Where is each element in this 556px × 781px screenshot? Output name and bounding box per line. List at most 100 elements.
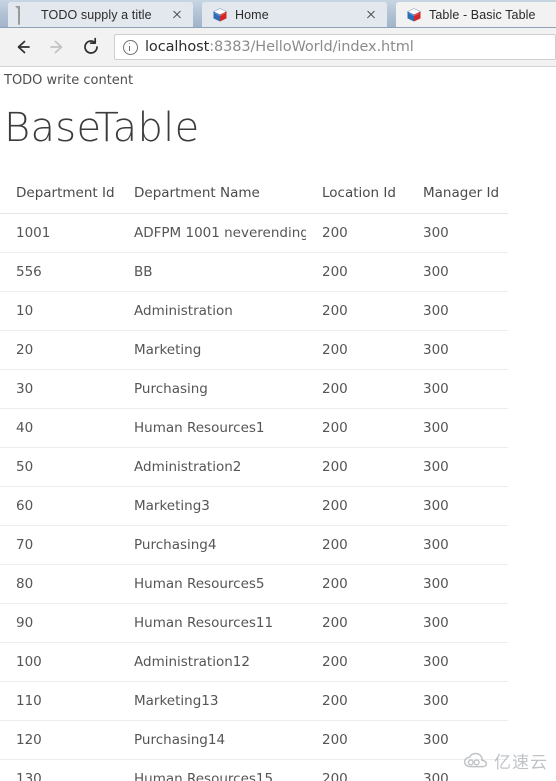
table-cell: 200 (306, 408, 407, 448)
back-button[interactable] (8, 32, 38, 62)
table-row: 120 Purchasing14 200 300 (0, 720, 508, 760)
reload-button[interactable] (76, 32, 106, 62)
tab-label: Home (235, 8, 269, 22)
table-cell: Marketing3 (118, 486, 306, 526)
browser-window: TODO supply a title Home Table - Basic T… (0, 0, 556, 781)
reload-icon (84, 37, 98, 54)
table-cell: 70 (0, 525, 118, 565)
table-cell: 200 (306, 213, 407, 253)
table-cell: 200 (306, 681, 407, 721)
table-row: 60 Marketing3 200 300 (0, 486, 508, 526)
table-cell: 90 (0, 603, 118, 643)
table-head: Department Id Department Name Location Id M… (0, 177, 508, 214)
table-cell: Human Resources15 (118, 759, 306, 781)
table-row: 556 BB 200 300 (0, 252, 508, 292)
table-cell: 110 (0, 681, 118, 721)
table-cell: 200 (306, 330, 407, 370)
tab-home[interactable]: Home (202, 2, 387, 28)
table-cell: 20 (0, 330, 118, 370)
table-cell: BB (118, 252, 306, 292)
tab-label: Table - Basic Table (429, 8, 536, 22)
url-path: :8383/HelloWorld/index.html (209, 39, 414, 55)
table-cell: 40 (0, 408, 118, 448)
table-cell: Purchasing14 (118, 720, 306, 760)
address-bar[interactable]: localhost:8383/HelloWorld/index.html (114, 34, 556, 60)
table-row: 30 Purchasing 200 300 (0, 369, 508, 409)
table-cell: Purchasing4 (118, 525, 306, 565)
base-table: Department Id Department Name Location Id M… (0, 177, 508, 781)
table-cell: 80 (0, 564, 118, 604)
table-cell: 300 (407, 642, 508, 682)
forward-button[interactable] (42, 32, 72, 62)
table-cell: ADFPM 1001 neverending (118, 213, 306, 253)
table-cell: 200 (306, 720, 407, 760)
table-row: 90 Human Resources11 200 300 (0, 603, 508, 643)
table-cell: 200 (306, 642, 407, 682)
table-row: 130 Human Resources15 200 300 (0, 759, 508, 781)
table-row: 100 Administration12 200 300 (0, 642, 508, 682)
table-cell: Marketing (118, 330, 306, 370)
table-row: 10 Administration 200 300 (0, 291, 508, 331)
url-host: localhost (145, 39, 210, 55)
table-cell: 200 (306, 603, 407, 643)
column-header: Location Id (306, 177, 407, 214)
url-text: localhost:8383/HelloWorld/index.html (145, 39, 414, 55)
table-cell: 300 (407, 252, 508, 292)
table-cell: Human Resources5 (118, 564, 306, 604)
table-cell: 200 (306, 759, 407, 781)
table-cell: 200 (306, 564, 407, 604)
table-row: 1001 ADFPM 1001 neverending 200 300 (0, 213, 508, 253)
table-cell: 200 (306, 525, 407, 565)
browser-toolbar: localhost:8383/HelloWorld/index.html (0, 28, 556, 67)
watermark-text: 亿速云 (494, 753, 548, 773)
table-header-row: Department Id Department Name Location Id M… (0, 177, 508, 214)
table-cell: 200 (306, 369, 407, 409)
table-cell: 200 (306, 486, 407, 526)
table-cell: 300 (407, 291, 508, 331)
table-cell: 130 (0, 759, 118, 781)
table-cell: Human Resources11 (118, 603, 306, 643)
table-row: 80 Human Resources5 200 300 (0, 564, 508, 604)
column-header: Manager Id (407, 177, 508, 214)
table-cell: 300 (407, 369, 508, 409)
tab-todo-supply-a-title[interactable]: TODO supply a title (8, 2, 193, 28)
document-icon (18, 6, 34, 25)
table-cell: 556 (0, 252, 118, 292)
table-cell: 300 (407, 486, 508, 526)
table-cell: 200 (306, 291, 407, 331)
table-cell: 10 (0, 291, 118, 331)
page-title: BaseTable (4, 105, 200, 151)
table-cell: 300 (407, 408, 508, 448)
table-cell: 300 (407, 525, 508, 565)
table-cell: Human Resources1 (118, 408, 306, 448)
cube-icon (212, 7, 228, 23)
table-cell: 60 (0, 486, 118, 526)
back-arrow-icon (17, 40, 30, 54)
table-cell: 300 (407, 603, 508, 643)
column-header: Department Name (118, 177, 306, 214)
table-cell: 300 (407, 564, 508, 604)
todo-content-text: TODO write content (4, 73, 134, 88)
tab-table-basic-table[interactable]: Table - Basic Table (396, 2, 556, 28)
cloud-icon (463, 752, 488, 767)
table-row: 40 Human Resources1 200 300 (0, 408, 508, 448)
table-row: 50 Administration2 200 300 (0, 447, 508, 487)
table-cell: 1001 (0, 213, 118, 253)
tab-strip: TODO supply a title Home Table - Basic T… (0, 0, 556, 28)
table-cell: 200 (306, 252, 407, 292)
close-icon[interactable] (363, 7, 379, 23)
info-circle-icon[interactable] (123, 39, 138, 55)
table-cell: 50 (0, 447, 118, 487)
table-row: 70 Purchasing4 200 300 (0, 525, 508, 565)
table-row: 20 Marketing 200 300 (0, 330, 508, 370)
page-viewport: TODO write content BaseTable Department … (0, 67, 556, 781)
table-body: 1001 ADFPM 1001 neverending 200 300 556 BB 200… (0, 213, 508, 781)
table-cell: 30 (0, 369, 118, 409)
close-icon[interactable] (169, 7, 185, 23)
table-cell: 300 (407, 681, 508, 721)
table-cell: 300 (407, 213, 508, 253)
table-cell: Marketing13 (118, 681, 306, 721)
cube-icon (406, 7, 422, 23)
forward-arrow-icon (50, 40, 63, 54)
table-cell: 100 (0, 642, 118, 682)
